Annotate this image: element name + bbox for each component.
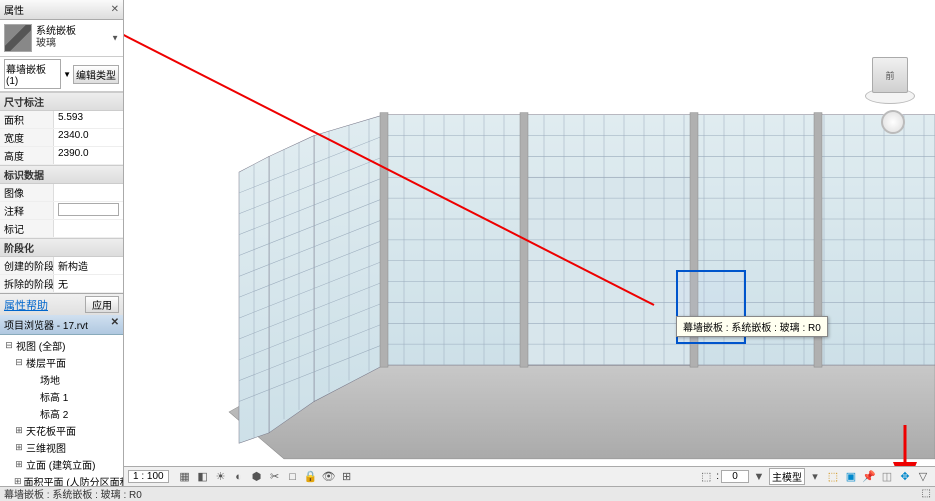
prop-row: 宽度 2340.0 [0, 129, 123, 147]
prop-value[interactable]: 2340.0 [54, 129, 123, 146]
lock-3d-icon[interactable]: 🔒 [303, 469, 319, 485]
expand-icon[interactable]: ⊞ [14, 425, 24, 436]
prop-label: 面积 [0, 111, 54, 128]
prop-label: 拆除的阶段 [0, 275, 54, 292]
prop-value[interactable] [54, 202, 123, 219]
shadows-icon[interactable]: ◐ [231, 469, 247, 485]
close-icon[interactable]: ✕ [111, 317, 119, 332]
dropdown-icon[interactable]: ▼ [63, 70, 71, 79]
prop-value[interactable]: 5.593 [54, 111, 123, 128]
browser-title: 项目浏览器 - 17.rvt [4, 317, 88, 332]
navigation-wheel-icon[interactable] [881, 110, 905, 134]
select-links-icon[interactable]: ⬚ [825, 469, 841, 485]
filter-selection-icon[interactable]: ▽ [915, 469, 931, 485]
select-underlay-icon[interactable]: ▣ [843, 469, 859, 485]
tree-floor-plans[interactable]: ⊟楼层平面 [0, 354, 123, 371]
properties-title: 属性 [4, 2, 24, 17]
chevron-down-icon[interactable]: ▾ [807, 469, 823, 485]
design-option-combo[interactable]: 主模型 [769, 468, 805, 485]
crop-view-icon[interactable]: ✂ [267, 469, 283, 485]
reveal-hidden-icon[interactable]: ⊞ [339, 469, 355, 485]
project-browser-tree[interactable]: ⊟视图 (全部) ⊟楼层平面 场地 标高 1 标高 2 ⊞天花板平面 ⊞三维视图… [0, 335, 123, 500]
collapse-icon[interactable]: ⊟ [4, 340, 14, 351]
prop-row: 注释 [0, 202, 123, 220]
chevron-down-icon: ▼ [111, 34, 119, 43]
comment-input[interactable] [58, 203, 119, 216]
type-thumbnail [4, 24, 32, 52]
tree-site[interactable]: 场地 [0, 371, 123, 388]
viewport-3d[interactable]: 幕墙嵌板 : 系统嵌板 : 玻璃 : R0 前 [124, 0, 935, 486]
family-name: 系统嵌板 [36, 26, 76, 38]
drag-elements-icon[interactable]: ✥ [897, 469, 913, 485]
worksets-icon[interactable]: ⬚ [698, 469, 714, 485]
prop-label: 标记 [0, 220, 54, 237]
instance-filter-combo[interactable]: 幕墙嵌板 (1) [4, 59, 61, 89]
temp-hide-icon[interactable]: 👁 [321, 469, 337, 485]
apply-button[interactable]: 应用 [85, 296, 119, 313]
prop-row: 拆除的阶段 无 [0, 275, 123, 293]
status-selection-text: 幕墙嵌板 : 系统嵌板 : 玻璃 : R0 [4, 486, 142, 501]
scale-selector[interactable]: 1 : 100 [128, 470, 169, 483]
prop-value[interactable]: 新构造 [54, 257, 123, 274]
viewcube-face-front[interactable]: 前 [872, 57, 908, 93]
type-selector[interactable]: 系统嵌板 玻璃 ▼ [0, 20, 123, 57]
prop-label: 宽度 [0, 129, 54, 146]
group-phasing[interactable]: 阶段化 [0, 238, 123, 257]
tree-ceiling-plans[interactable]: ⊞天花板平面 [0, 422, 123, 439]
prop-label: 注释 [0, 202, 54, 219]
prop-label: 创建的阶段 [0, 257, 54, 274]
group-dimensions[interactable]: 尺寸标注 [0, 92, 123, 111]
prop-value[interactable] [54, 220, 123, 237]
select-face-icon[interactable]: ◫ [879, 469, 895, 485]
status-bar: 幕墙嵌板 : 系统嵌板 : 玻璃 : R0 ⬚ [0, 486, 935, 500]
edit-type-button[interactable]: 编辑类型 [73, 65, 119, 84]
prop-label: 图像 [0, 184, 54, 201]
expand-icon[interactable]: ⊞ [14, 442, 24, 453]
tree-elevations[interactable]: ⊞立面 (建筑立面) [0, 456, 123, 473]
prop-row: 面积 5.593 [0, 111, 123, 129]
property-help-link[interactable]: 属性帮助 [4, 297, 48, 313]
prop-row: 标记 [0, 220, 123, 238]
prop-value[interactable]: 无 [54, 275, 123, 292]
expand-icon[interactable]: ⊞ [14, 459, 24, 470]
building-model [124, 0, 935, 486]
tree-level2[interactable]: 标高 2 [0, 405, 123, 422]
prop-row: 创建的阶段 新构造 [0, 257, 123, 275]
view-control-bar: 1 : 100 ▦ ◧ ☀ ◐ ⬢ ✂ □ 🔒 👁 ⊞ ⬚ : ▼ 主模型 ▾ … [124, 466, 935, 486]
status-icon[interactable]: ⬚ [922, 488, 931, 499]
rendering-icon[interactable]: ⬢ [249, 469, 265, 485]
prop-value[interactable]: 2390.0 [54, 147, 123, 164]
prop-row: 图像 [0, 184, 123, 202]
filter-icon[interactable]: ▼ [751, 469, 767, 485]
tree-root-views[interactable]: ⊟视图 (全部) [0, 337, 123, 354]
crop-region-icon[interactable]: □ [285, 469, 301, 485]
tree-3d-views[interactable]: ⊞三维视图 [0, 439, 123, 456]
visual-style-icon[interactable]: ◧ [195, 469, 211, 485]
prop-row: 高度 2390.0 [0, 147, 123, 165]
detail-level-icon[interactable]: ▦ [177, 469, 193, 485]
select-pinned-icon[interactable]: 📌 [861, 469, 877, 485]
property-grid: 尺寸标注 面积 5.593 宽度 2340.0 高度 2390.0 标识数据 图… [0, 92, 123, 293]
browser-panel-header: 项目浏览器 - 17.rvt ✕ [0, 315, 123, 335]
group-identity[interactable]: 标识数据 [0, 165, 123, 184]
prop-value[interactable] [54, 184, 123, 201]
element-tooltip: 幕墙嵌板 : 系统嵌板 : 玻璃 : R0 [676, 316, 828, 337]
prop-label: 高度 [0, 147, 54, 164]
num-input[interactable] [721, 470, 749, 483]
collapse-icon[interactable]: ⊟ [14, 357, 24, 368]
type-name: 玻璃 [36, 38, 76, 50]
viewcube[interactable]: 前 [865, 50, 915, 100]
tree-level1[interactable]: 标高 1 [0, 388, 123, 405]
sun-path-icon[interactable]: ☀ [213, 469, 229, 485]
properties-panel-header: 属性 ✕ [0, 0, 123, 20]
close-icon[interactable]: ✕ [111, 4, 119, 15]
